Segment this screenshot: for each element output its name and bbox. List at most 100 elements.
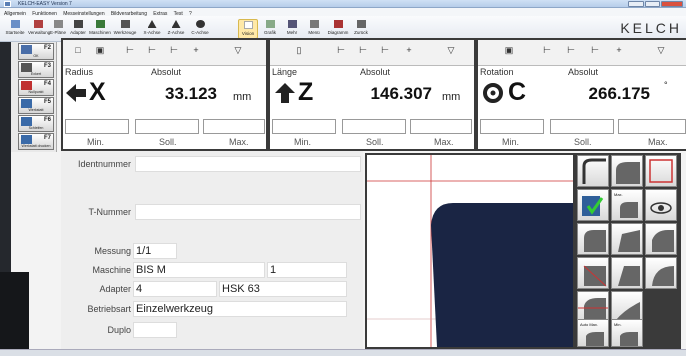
z-soll-field[interactable] [342, 119, 406, 134]
angle-a-icon [583, 265, 607, 287]
ribbon-werkzeuge[interactable]: Werkzeuge [112, 19, 138, 39]
maschine-field[interactable]: BIS M [133, 262, 265, 278]
tile-angle-b[interactable] [611, 257, 643, 289]
tile-auto-max[interactable]: Auto Max. [577, 319, 609, 347]
c-mode-icon[interactable]: ▣ [500, 45, 518, 61]
z-edge-right-icon[interactable]: ⊢ [376, 45, 394, 61]
x-soll-field[interactable] [135, 119, 199, 134]
maschine-extra-field[interactable]: 1 [267, 262, 347, 278]
tnum-field[interactable] [135, 204, 361, 220]
ribbon-x-achse[interactable]: X-Achse [140, 19, 164, 39]
ident-field[interactable] [135, 156, 361, 172]
x-edge-right-icon[interactable]: ⊢ [165, 45, 183, 61]
f2-ok-button[interactable]: F2 OK [18, 43, 54, 60]
arrow-up-icon [275, 83, 295, 103]
c-soll-field[interactable] [550, 119, 614, 134]
ribbon-c-achse[interactable]: C-Achse [188, 19, 212, 39]
close-icon[interactable] [661, 1, 683, 7]
ribbon-grafik[interactable]: Grafik [260, 19, 280, 39]
duplo-field[interactable] [133, 322, 177, 338]
c-max-field[interactable] [618, 119, 686, 134]
x-ref-label: Absolut [151, 67, 182, 77]
ribbon-menue[interactable]: Menü [304, 19, 324, 39]
x-edge-left-icon[interactable]: ⊢ [121, 45, 139, 61]
tile-vision[interactable] [577, 189, 609, 221]
frame-icon [649, 159, 673, 183]
tile-angle-a[interactable] [577, 257, 609, 289]
x-max-field[interactable] [203, 119, 265, 134]
messung-field[interactable]: 1/1 [133, 243, 177, 259]
adapter-label: Adapter [99, 284, 131, 294]
x-min-label: Min. [87, 137, 105, 147]
c-funnel-icon[interactable]: ▽ [652, 45, 670, 61]
tile-min[interactable]: Min. [611, 319, 643, 347]
z-min-field[interactable] [272, 119, 336, 134]
menu-bar: Allgemein Funktionen Messeinstellungen B… [0, 8, 686, 17]
f4-nullpunkt-button[interactable]: F4 Nullpunkt [18, 79, 54, 96]
tile-round[interactable] [611, 155, 643, 187]
ribbon-diagramm[interactable]: Diagramm [326, 19, 350, 39]
ribbon-startseite[interactable]: Startseite [2, 19, 28, 39]
tile-max[interactable]: Max. [611, 189, 643, 221]
eye-icon [650, 202, 672, 214]
z-mode-label: Länge [272, 67, 298, 77]
tile-eye[interactable] [645, 189, 677, 221]
f7-print-button[interactable]: F7 Werkstatt drucken [18, 133, 54, 150]
tile-radius-b[interactable] [611, 223, 643, 255]
minimize-icon[interactable] [628, 1, 644, 7]
z-edge-mid-icon[interactable]: ⊢ [354, 45, 372, 61]
ribbon-mehr[interactable]: Mehr [282, 19, 302, 39]
betrieb-field[interactable]: Einzelwerkzeug [133, 301, 347, 317]
c-min-field[interactable] [480, 119, 544, 134]
tile-corner[interactable] [577, 155, 609, 187]
title-bar: KELCH-EASY Version 7 [0, 0, 686, 8]
c-cross-icon[interactable]: + [610, 45, 628, 61]
ribbon-eplaene[interactable]: E-Pläne [48, 19, 68, 39]
left-edge-bottom [0, 272, 29, 356]
back-icon [356, 20, 366, 28]
z-funnel-icon[interactable]: ▽ [442, 45, 460, 61]
f5-button[interactable]: F5 Werkstatt [18, 97, 54, 114]
ribbon-zurueck[interactable]: Zurück [350, 19, 372, 39]
ribbon-vision[interactable]: Vision [238, 19, 258, 39]
ribbon-z-achse[interactable]: Z-Achse [164, 19, 188, 39]
f3-button[interactable]: F3 Exkert [18, 61, 54, 78]
tile-radius-c[interactable] [645, 223, 677, 255]
tile-radius-a[interactable] [577, 223, 609, 255]
radius-a-icon [584, 230, 606, 252]
c-edge-left-icon[interactable]: ⊢ [538, 45, 556, 61]
x-funnel-icon[interactable]: ▽ [229, 45, 247, 61]
ribbon-maschinen[interactable]: Maschinen [88, 19, 112, 39]
c-edge-mid-icon[interactable]: ⊢ [562, 45, 580, 61]
ident-label: Identnummer [77, 159, 131, 169]
z-max-label: Max. [434, 137, 454, 147]
adapter-extra-field[interactable]: HSK 63 [219, 281, 347, 297]
c-axis-panel: ▣ ⊢ ⊢ ⊢ + ▽ Rotation Absolut C 266.175 °… [476, 38, 686, 151]
tile-angle-c[interactable] [645, 257, 677, 289]
angle-c-icon [652, 266, 674, 286]
tile-frame[interactable] [645, 155, 677, 187]
ribbon-verwaltung[interactable]: Verwaltung [28, 19, 50, 39]
f6-schleifen-button[interactable]: F6 Schleifen [18, 115, 54, 132]
x-cross-icon[interactable]: + [187, 45, 205, 61]
x-mode-icon[interactable]: □ [69, 45, 87, 61]
x-min-field[interactable] [65, 119, 129, 134]
rotation-icon [483, 83, 503, 103]
c-edge-right-icon[interactable]: ⊢ [586, 45, 604, 61]
adapter-field[interactable]: 4 [133, 281, 217, 297]
ribbon-adapter[interactable]: Adapter [68, 19, 88, 39]
x-edge-mid-icon[interactable]: ⊢ [143, 45, 161, 61]
x-axis-icon [147, 20, 157, 28]
z-mode-icon[interactable]: ▯ [290, 45, 308, 61]
grind-icon [21, 117, 32, 126]
z-edge-left-icon[interactable]: ⊢ [332, 45, 350, 61]
measurement-view[interactable] [365, 153, 575, 349]
c-ref-label: Absolut [568, 67, 599, 77]
x-hold-icon[interactable]: ▣ [91, 45, 109, 61]
z-cross-icon[interactable]: + [400, 45, 418, 61]
z-max-field[interactable] [410, 119, 472, 134]
maximize-icon[interactable] [645, 1, 660, 7]
maschine-label: Maschine [92, 265, 131, 275]
zero-point-icon [21, 81, 32, 90]
c-axis-icon [195, 20, 205, 28]
